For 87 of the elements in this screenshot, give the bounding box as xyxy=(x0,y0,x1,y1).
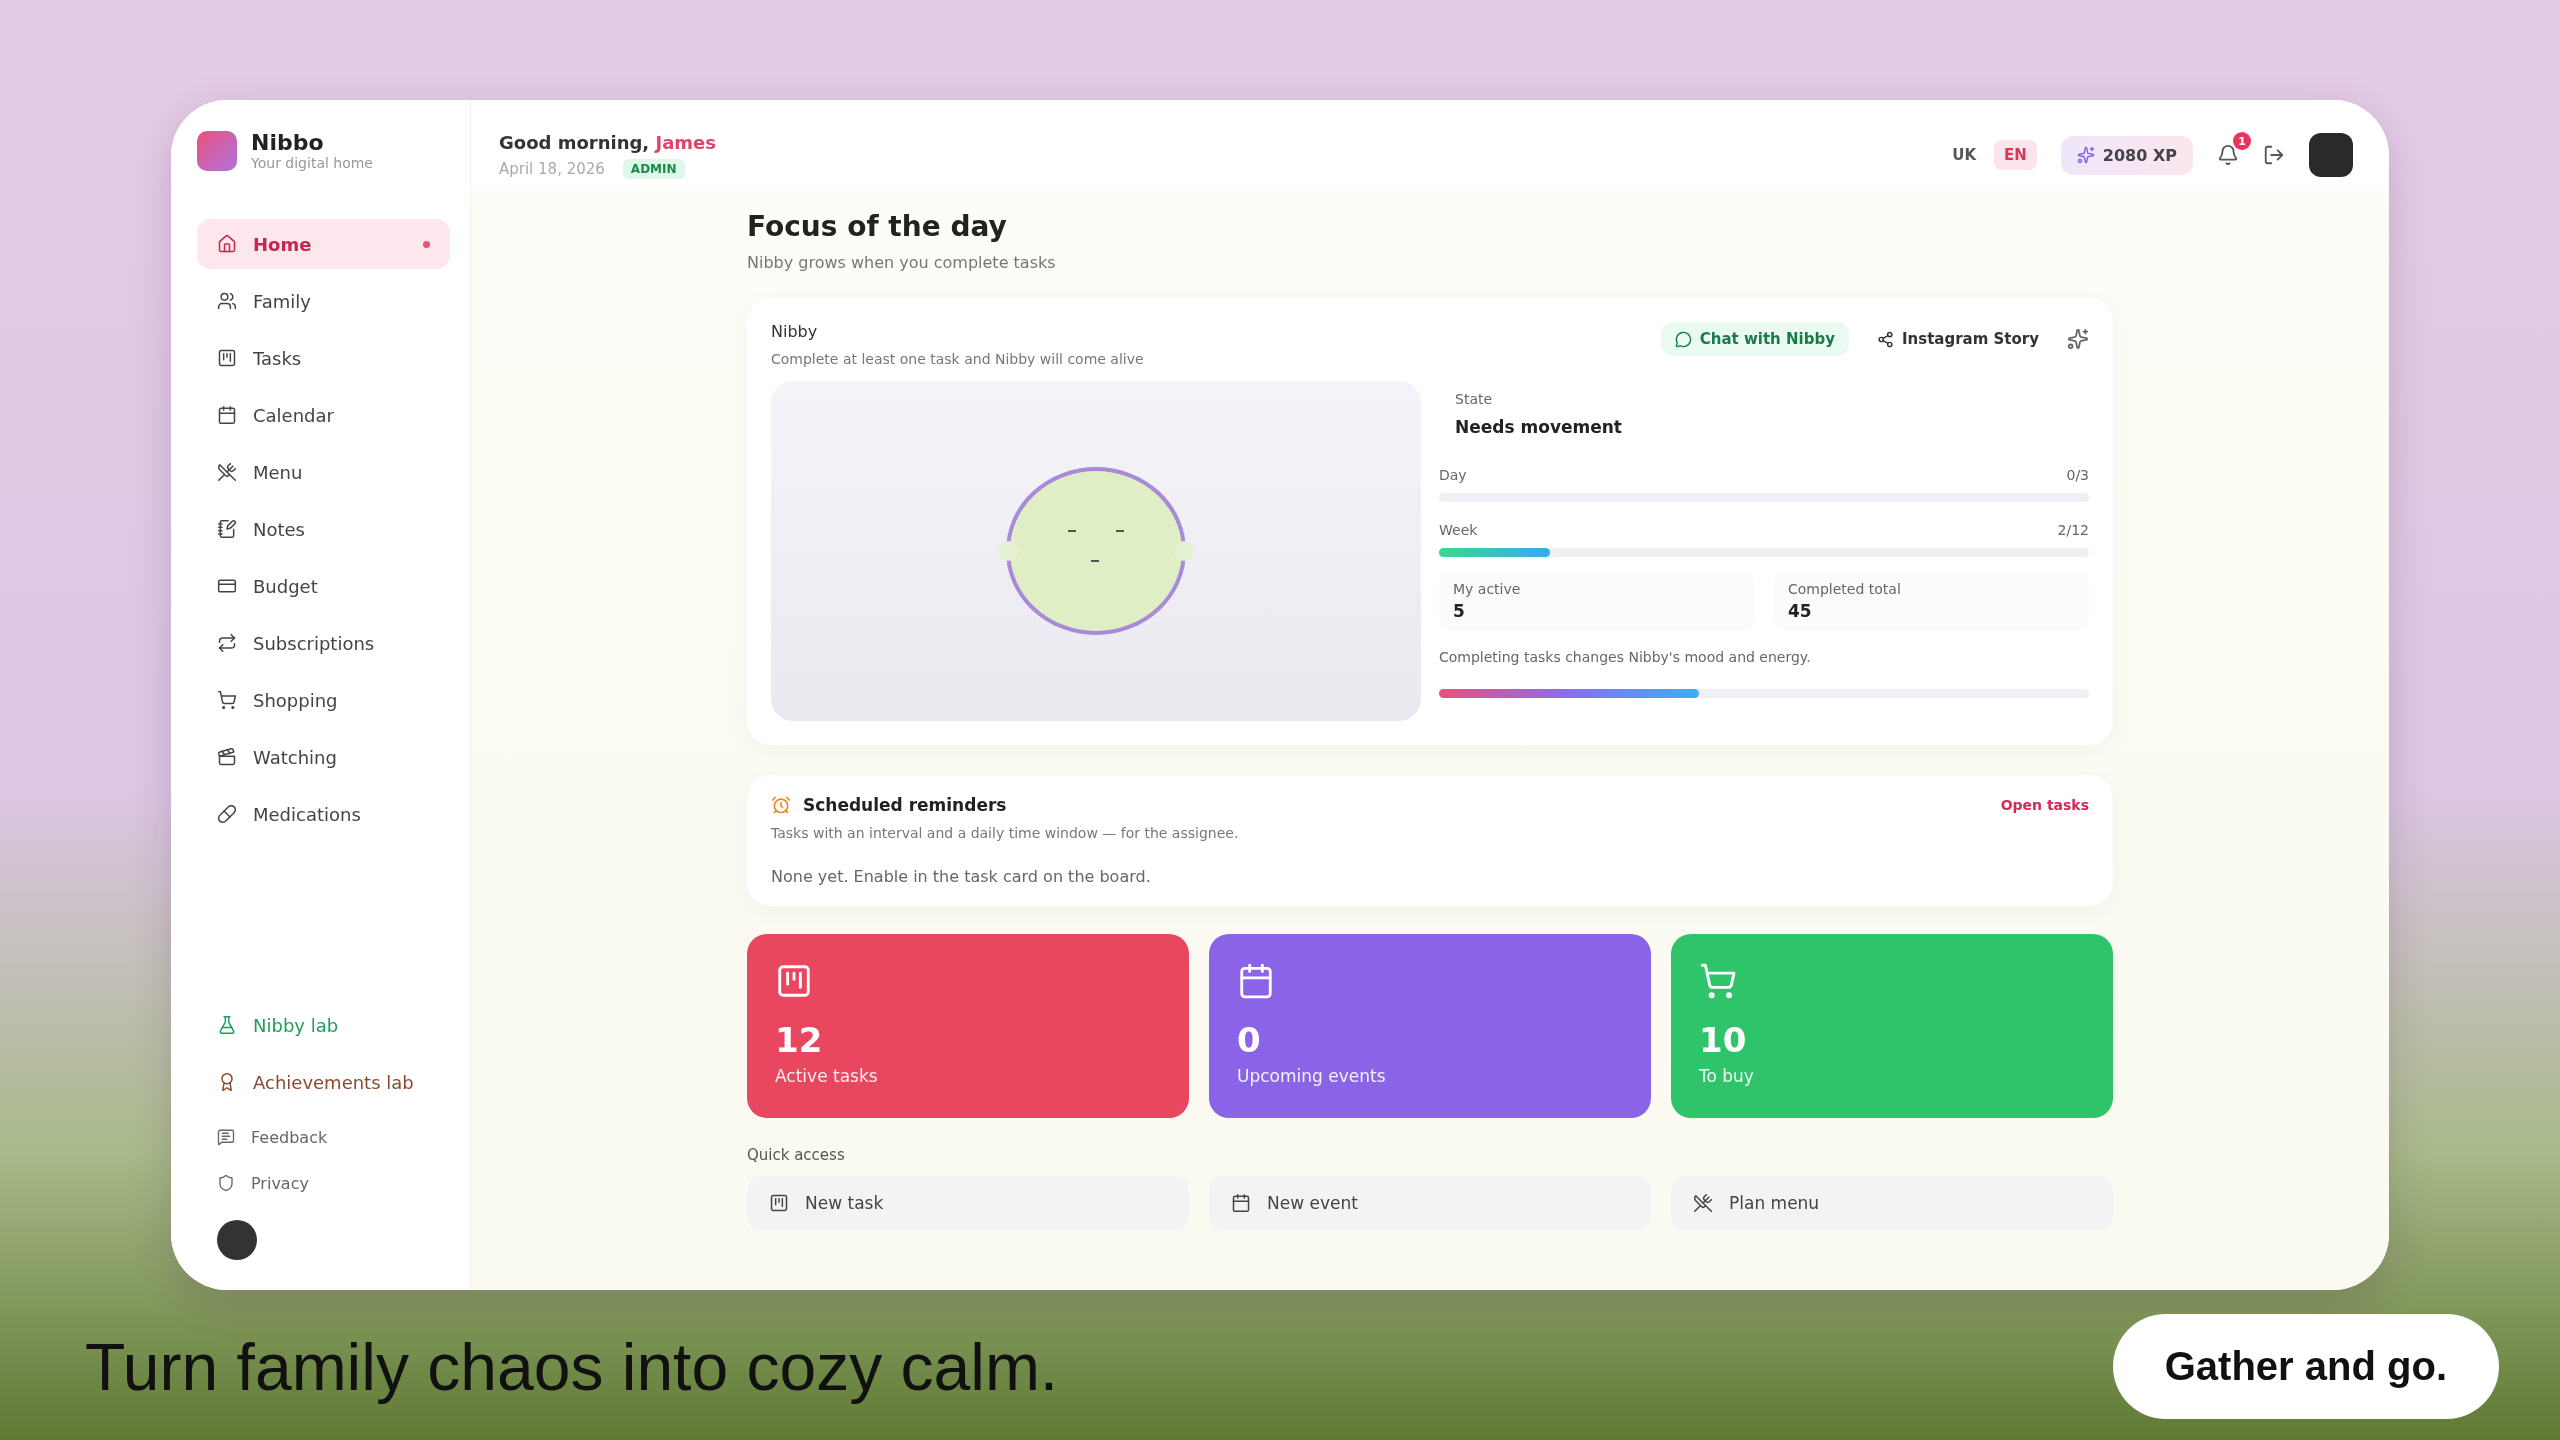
board-icon xyxy=(775,962,813,1000)
nav-item[interactable]: Calendar xyxy=(197,390,450,440)
stat-card-value: 0 xyxy=(1237,1020,1262,1060)
share-icon xyxy=(1876,330,1894,348)
logo-icon xyxy=(197,130,237,171)
progress-reading: 2/12 xyxy=(2057,522,2089,538)
logout-icon[interactable] xyxy=(2263,144,2285,166)
open-tasks-link[interactable]: Open tasks xyxy=(2000,797,2089,813)
card-title: Nibby xyxy=(771,322,819,341)
sparkle-icon xyxy=(2076,146,2095,164)
progress-label: Week xyxy=(1439,522,1478,538)
utensils-icon xyxy=(217,462,237,482)
greeting: Good morning, James xyxy=(499,131,716,153)
cart-icon xyxy=(217,690,237,710)
flask-icon xyxy=(217,1015,237,1035)
user-avatar[interactable] xyxy=(217,1220,257,1260)
empty-message: None yet. Enable in the task card on the board. xyxy=(771,867,1152,886)
nav-item[interactable]: Medications xyxy=(197,789,450,839)
stat-card-value: 12 xyxy=(775,1020,824,1060)
nav-item[interactable]: Shopping xyxy=(197,675,450,725)
reminders-subtitle: Tasks with an interval and a daily time window — for the assignee. xyxy=(771,825,1240,841)
home-icon xyxy=(217,234,237,254)
stat-card-label: Active tasks xyxy=(775,1066,879,1086)
calendar-icon xyxy=(217,405,237,425)
nav-item[interactable]: Home xyxy=(197,219,450,269)
nav-item[interactable]: Subscriptions xyxy=(197,618,450,668)
mood-note: Completing tasks changes Nibby's mood and energy. xyxy=(1439,649,1812,665)
stat-value: 5 xyxy=(1453,601,1466,621)
progress-reading: 0/3 xyxy=(2066,467,2089,483)
reminders-title: Scheduled reminders xyxy=(803,795,1007,815)
people-icon xyxy=(217,291,237,311)
alarm-icon xyxy=(771,795,791,815)
stat-card[interactable]: 12 Active tasks xyxy=(747,934,1189,1118)
calendar-icon xyxy=(1237,962,1275,1000)
nav-item[interactable]: Tasks xyxy=(197,333,450,383)
brand-name: Nibbo xyxy=(251,130,325,155)
nav-item[interactable]: Budget xyxy=(197,561,450,611)
clapperboard-icon xyxy=(217,747,237,767)
chat-icon xyxy=(1674,330,1692,348)
stat-label: My active xyxy=(1453,581,1522,597)
role-tag: ADMIN xyxy=(622,158,685,179)
stat-card-label: Upcoming events xyxy=(1237,1066,1387,1086)
nav-item[interactable]: Notes xyxy=(197,504,450,554)
cart-icon xyxy=(1699,962,1737,1000)
brand-tagline: Your digital home xyxy=(251,155,373,171)
board-icon xyxy=(769,1193,789,1213)
stat-card-label: To buy xyxy=(1699,1066,1755,1086)
notification-count: 1 xyxy=(2233,132,2251,150)
footer-link[interactable]: Feedback xyxy=(197,1114,450,1160)
utensils-icon xyxy=(1693,1193,1713,1213)
stat-label: Completed total xyxy=(1788,581,1902,597)
profile-avatar[interactable] xyxy=(2309,133,2353,177)
nav-item[interactable]: Menu xyxy=(197,447,450,497)
shield-icon xyxy=(217,1174,235,1192)
stat-value: 45 xyxy=(1788,601,1813,621)
section-title: Focus of the day xyxy=(747,210,1008,243)
footer-link[interactable]: Privacy xyxy=(197,1160,450,1206)
caption-text: Turn family chaos into cozy calm. xyxy=(85,1328,1059,1405)
language-option[interactable]: UK xyxy=(1942,140,1986,170)
slogan-pill: Gather and go. xyxy=(2112,1314,2499,1419)
card-subtitle: Complete at least one task and Nibby will come alive xyxy=(771,351,1144,367)
notebook-icon xyxy=(217,519,237,539)
notifications-icon[interactable] xyxy=(2217,144,2239,166)
section-subtitle: Nibby grows when you complete tasks xyxy=(747,253,1057,272)
pill-icon xyxy=(217,804,237,824)
card-icon xyxy=(217,576,237,596)
message-icon xyxy=(217,1128,235,1146)
quick-action[interactable]: New task xyxy=(747,1176,1189,1230)
nav-item[interactable]: Achievements lab xyxy=(197,1057,450,1107)
board-icon xyxy=(217,348,237,368)
quick-action[interactable]: Plan menu xyxy=(1671,1176,2113,1230)
state-value: Needs movement xyxy=(1455,417,1623,437)
stat-card[interactable]: 0 Upcoming events xyxy=(1209,934,1651,1118)
xp-chip[interactable]: 2080 XP xyxy=(2060,135,2193,175)
stat-card-value: 10 xyxy=(1699,1020,1748,1060)
action-button[interactable]: Chat with Nibby xyxy=(1660,322,1849,356)
date-text: April 18, 2026 xyxy=(499,159,605,178)
language-option[interactable]: EN xyxy=(1994,140,2037,170)
nav-item[interactable]: Family xyxy=(197,276,450,326)
quick-action[interactable]: New event xyxy=(1209,1176,1651,1230)
calendar-icon xyxy=(1231,1193,1251,1213)
quick-access-title: Quick access xyxy=(747,1146,846,1164)
sparkle-icon[interactable] xyxy=(2067,328,2089,350)
nav-item[interactable]: Watching xyxy=(197,732,450,782)
progress-label: Day xyxy=(1439,467,1467,483)
repeat-icon xyxy=(217,633,237,653)
state-label: State xyxy=(1455,391,1494,407)
